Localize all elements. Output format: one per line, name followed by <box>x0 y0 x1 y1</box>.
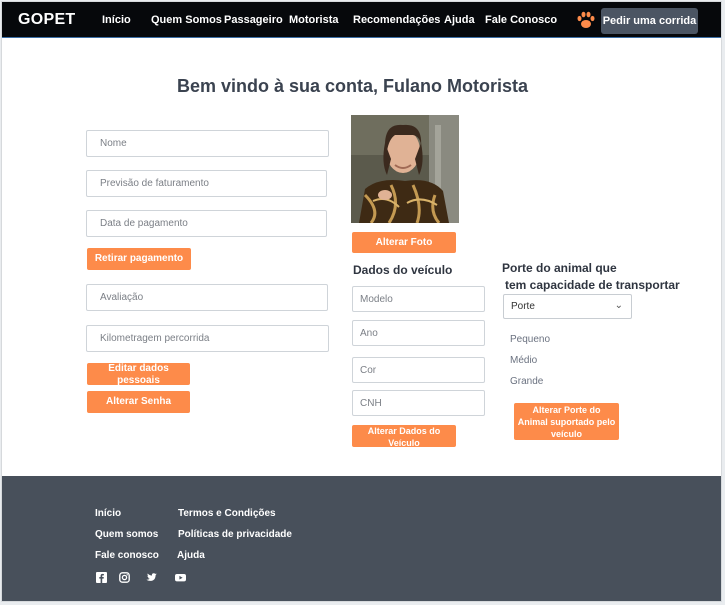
paw-icon <box>577 11 595 28</box>
nav-link-quem-somos[interactable]: Quem Somos <box>151 14 222 26</box>
name-field[interactable] <box>86 130 329 157</box>
withdraw-payment-button[interactable]: Retirar pagamento <box>87 248 191 270</box>
footer-link-fale-conosco[interactable]: Fale conosco <box>95 550 159 561</box>
animal-size-title-line2: tem capacidade de transportar <box>505 278 680 292</box>
animal-size-select[interactable]: Porte ⌄ <box>503 294 632 319</box>
facebook-icon[interactable] <box>96 572 107 583</box>
driver-avatar <box>351 115 459 223</box>
profile-photo <box>351 115 459 223</box>
nav-link-passageiro[interactable]: Passageiro <box>224 14 283 26</box>
nav-link-inicio[interactable]: Início <box>102 14 131 26</box>
change-photo-button[interactable]: Alterar Foto <box>352 232 456 253</box>
vehicle-color-field[interactable] <box>352 357 485 383</box>
footer: Início Quem somos Fale conosco Termos e … <box>2 476 721 601</box>
youtube-icon[interactable] <box>175 572 186 583</box>
page-title: Bem vindo à sua conta, Fulano Motorista <box>176 76 529 96</box>
cnh-field[interactable] <box>352 390 485 416</box>
nav-link-fale-conosco[interactable]: Fale Conosco <box>485 14 557 26</box>
page: GOPET Início Quem Somos Passageiro Motor… <box>1 1 722 602</box>
update-vehicle-data-button[interactable]: Alterar Dados do Veículo <box>352 425 456 448</box>
animal-size-option-medium[interactable]: Médio <box>510 355 537 366</box>
request-ride-button[interactable]: Pedir uma corrida <box>601 8 698 34</box>
change-password-button[interactable]: Alterar Senha <box>87 391 190 413</box>
animal-size-option-small[interactable]: Pequeno <box>510 334 550 345</box>
footer-link-termos[interactable]: Termos e Condições <box>178 508 276 519</box>
nav-link-recomendacoes[interactable]: Recomendações <box>353 14 440 26</box>
vehicle-model-field[interactable] <box>352 286 485 312</box>
chevron-down-icon: ⌄ <box>614 300 623 311</box>
edit-personal-data-button[interactable]: Editar dados pessoais <box>87 363 190 386</box>
footer-link-ajuda[interactable]: Ajuda <box>177 550 205 561</box>
animal-size-option-large[interactable]: Grande <box>510 376 543 387</box>
vehicle-section-title: Dados do veículo <box>353 263 453 277</box>
twitter-icon[interactable] <box>146 572 157 583</box>
animal-size-title-line1: Porte do animal que <box>502 261 617 275</box>
top-navbar: GOPET Início Quem Somos Passageiro Motor… <box>2 2 721 38</box>
animal-size-select-value: Porte <box>511 301 535 312</box>
billing-forecast-field[interactable] <box>86 170 327 197</box>
rating-field[interactable] <box>86 284 328 311</box>
instagram-icon[interactable] <box>119 572 130 583</box>
mileage-field[interactable] <box>86 325 329 352</box>
nav-link-motorista[interactable]: Motorista <box>289 14 339 26</box>
footer-link-privacidade[interactable]: Políticas de privacidade <box>178 529 292 540</box>
brand-logo[interactable]: GOPET <box>18 11 76 29</box>
footer-link-inicio[interactable]: Início <box>95 508 121 519</box>
payment-date-field[interactable] <box>86 210 327 237</box>
vehicle-year-field[interactable] <box>352 320 485 346</box>
nav-link-ajuda[interactable]: Ajuda <box>444 14 475 26</box>
footer-link-quem-somos[interactable]: Quem somos <box>95 529 158 540</box>
update-animal-size-button[interactable]: Alterar Porte do Animal suportado pelo v… <box>514 403 619 440</box>
